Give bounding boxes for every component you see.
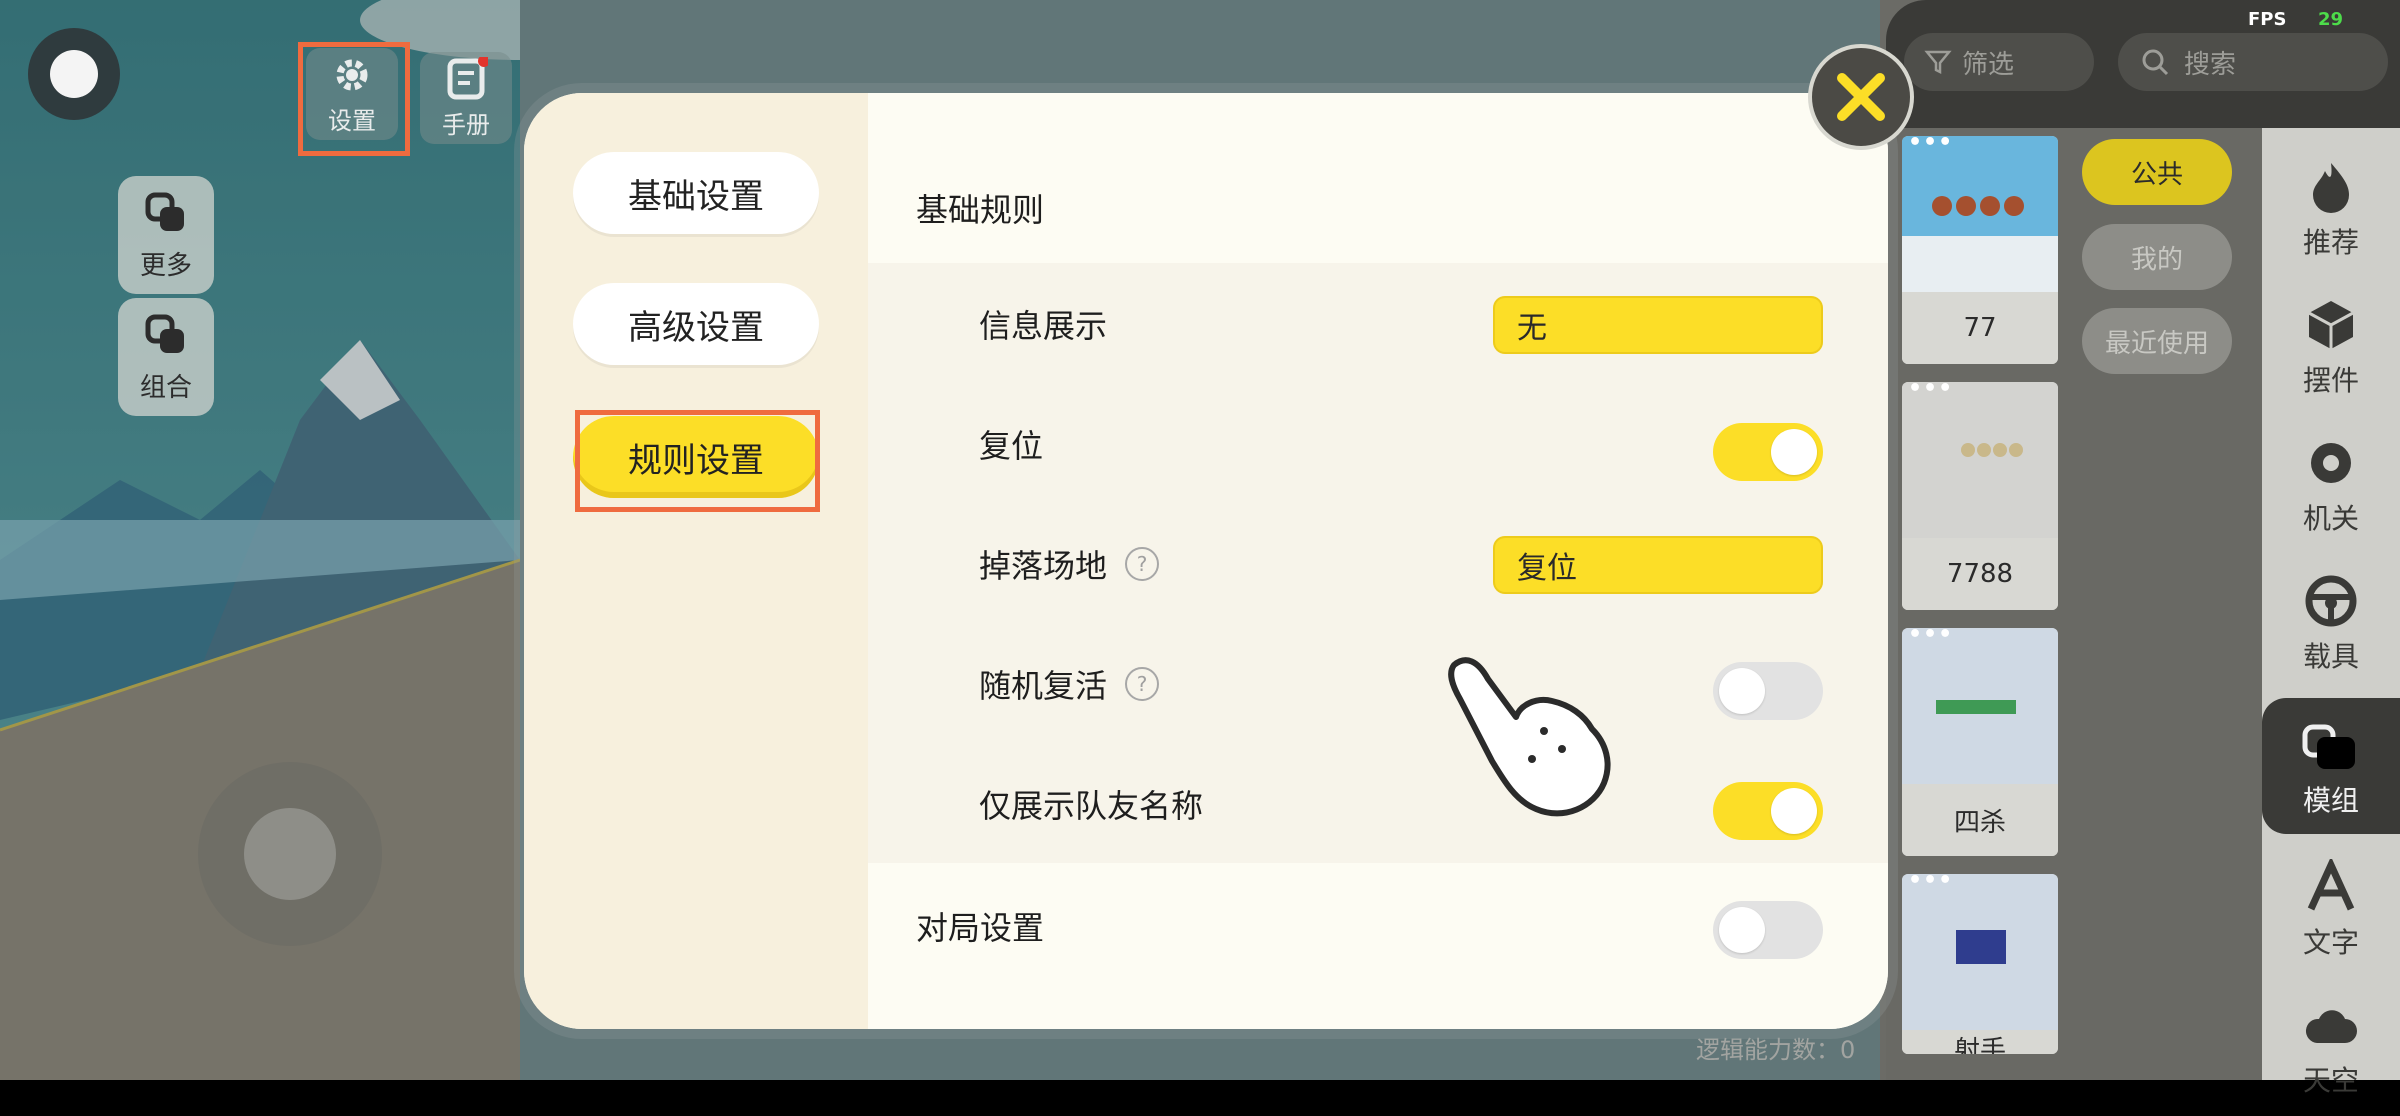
reset-text: 复位	[979, 427, 1044, 465]
category-recent[interactable]: 最近使用	[2082, 308, 2232, 374]
movement-joystick[interactable]	[198, 762, 382, 946]
random-revive-toggle[interactable]	[1713, 662, 1823, 720]
match-settings-title: 对局设置	[916, 909, 1045, 947]
nav-basic-settings[interactable]: 基础设置	[573, 152, 819, 234]
tab-label: 摆件	[2302, 364, 2359, 397]
filter-label: 筛选	[1962, 49, 2015, 80]
combine-button[interactable]: 组合	[118, 298, 214, 416]
close-dialog-button[interactable]	[1808, 44, 1914, 150]
category-public[interactable]: 公共	[2082, 139, 2232, 205]
tab-label: 文字	[2302, 926, 2359, 959]
search-icon	[2142, 49, 2169, 76]
tutorial-hand-pointer-icon	[1448, 657, 1611, 817]
nav-advanced-settings[interactable]: 高级设置	[573, 283, 819, 365]
tab-vehicles[interactable]: 载具	[2262, 556, 2400, 692]
item-more-icon[interactable]: •••	[1908, 382, 1953, 401]
tab-props[interactable]: 摆件	[2262, 280, 2400, 416]
steering-wheel-icon	[2305, 575, 2357, 627]
item-card[interactable]: ••• 射手	[1902, 874, 2058, 1054]
layers-icon	[145, 192, 184, 231]
handbook-button[interactable]: 手册	[420, 52, 512, 144]
handbook-label: 手册	[442, 110, 490, 139]
item-caption: 7788	[1902, 538, 2058, 610]
tab-label: 天空	[2302, 1064, 2359, 1097]
cloud-icon	[2305, 1010, 2357, 1043]
help-icon[interactable]: ?	[1125, 547, 1160, 581]
item-card[interactable]: ••• 四杀	[1902, 628, 2058, 856]
record-dot-icon	[50, 50, 98, 98]
record-button[interactable]	[28, 28, 120, 120]
item-thumbnail-image	[1902, 874, 2058, 1030]
fps-value: 29	[2318, 9, 2344, 30]
toggle-knob	[1719, 668, 1765, 714]
tab-label: 推荐	[2302, 226, 2359, 259]
basic-rules-title: 基础规则	[916, 191, 1045, 229]
search-placeholder: 搜索	[2184, 49, 2237, 80]
tab-text[interactable]: 文字	[2262, 842, 2400, 978]
item-card[interactable]: ••• 7788	[1902, 382, 2058, 610]
text-icon	[2307, 859, 2355, 911]
fall-ground-text: 掉落场地	[979, 547, 1108, 585]
item-thumbnail-image	[1902, 382, 2058, 538]
toggle-knob	[1771, 788, 1817, 834]
gear-icon	[2311, 443, 2351, 483]
teammate-names-toggle[interactable]	[1713, 782, 1823, 840]
reset-label: 复位	[979, 421, 1043, 467]
item-card[interactable]: ••• 77	[1902, 136, 2058, 364]
item-more-icon[interactable]: •••	[1908, 136, 1953, 155]
match-settings-toggle[interactable]	[1713, 901, 1823, 959]
close-icon	[1837, 73, 1885, 121]
combine-icon	[145, 314, 184, 353]
item-caption: 四杀	[1902, 784, 2058, 856]
rule-settings-highlight-box	[575, 410, 820, 512]
random-revive-text: 随机复活	[979, 667, 1108, 705]
info-display-select[interactable]: 无	[1493, 296, 1823, 354]
item-caption: 77	[1902, 292, 2058, 364]
basic-rules-header[interactable]: 基础规则	[868, 93, 1888, 259]
more-button[interactable]: 更多	[118, 176, 214, 294]
tab-mechanisms[interactable]: 机关	[2262, 418, 2400, 554]
module-icon	[2302, 724, 2355, 769]
info-display-label: 信息展示	[979, 301, 1107, 347]
teammate-names-text: 仅展示队友名称	[979, 787, 1204, 825]
settings-highlight-box	[298, 42, 410, 156]
cube-icon	[2308, 301, 2354, 349]
filter-button[interactable]: 筛选	[1904, 33, 2094, 91]
search-field[interactable]: 搜索	[2118, 33, 2388, 91]
help-icon[interactable]: ?	[1125, 667, 1160, 701]
item-thumbnail-image	[1902, 136, 2058, 292]
item-thumbnail-image	[1902, 628, 2058, 784]
item-more-icon[interactable]: •••	[1908, 874, 1953, 893]
toggle-knob	[1771, 429, 1817, 475]
toggle-knob	[1719, 907, 1765, 953]
tab-modules[interactable]: 模组	[2262, 698, 2400, 834]
combine-label: 组合	[139, 372, 192, 403]
tab-sky[interactable]: 天空	[2262, 980, 2400, 1116]
filter-icon	[1924, 50, 1952, 75]
joystick-knob[interactable]	[244, 808, 336, 900]
random-revive-label: 随机复活 ?	[979, 661, 1160, 707]
tab-recommend[interactable]: 推荐	[2262, 142, 2400, 278]
teammate-names-label: 仅展示队友名称	[979, 781, 1203, 827]
tab-label: 模组	[2302, 784, 2359, 817]
fall-ground-label: 掉落场地 ?	[979, 541, 1160, 587]
tab-label: 机关	[2302, 502, 2359, 535]
logic-capacity-text: 逻辑能力数：0	[1696, 1036, 1856, 1064]
more-label: 更多	[139, 250, 192, 281]
category-mine[interactable]: 我的	[2082, 224, 2232, 290]
item-more-icon[interactable]: •••	[1908, 628, 1953, 647]
settings-dialog: 基础设置 高级设置 规则设置 基础规则 信息展示 无 复位 掉落场地 ? 复位 …	[524, 93, 1888, 1029]
reset-toggle[interactable]	[1713, 423, 1823, 481]
handbook-icon	[447, 56, 488, 99]
item-caption: 射手	[1902, 1030, 2058, 1054]
info-display-text: 信息展示	[979, 307, 1108, 345]
fps-label: FPS	[2248, 9, 2287, 30]
flame-icon	[2313, 163, 2349, 213]
fall-ground-select[interactable]: 复位	[1493, 536, 1823, 594]
tab-label: 载具	[2302, 640, 2359, 673]
